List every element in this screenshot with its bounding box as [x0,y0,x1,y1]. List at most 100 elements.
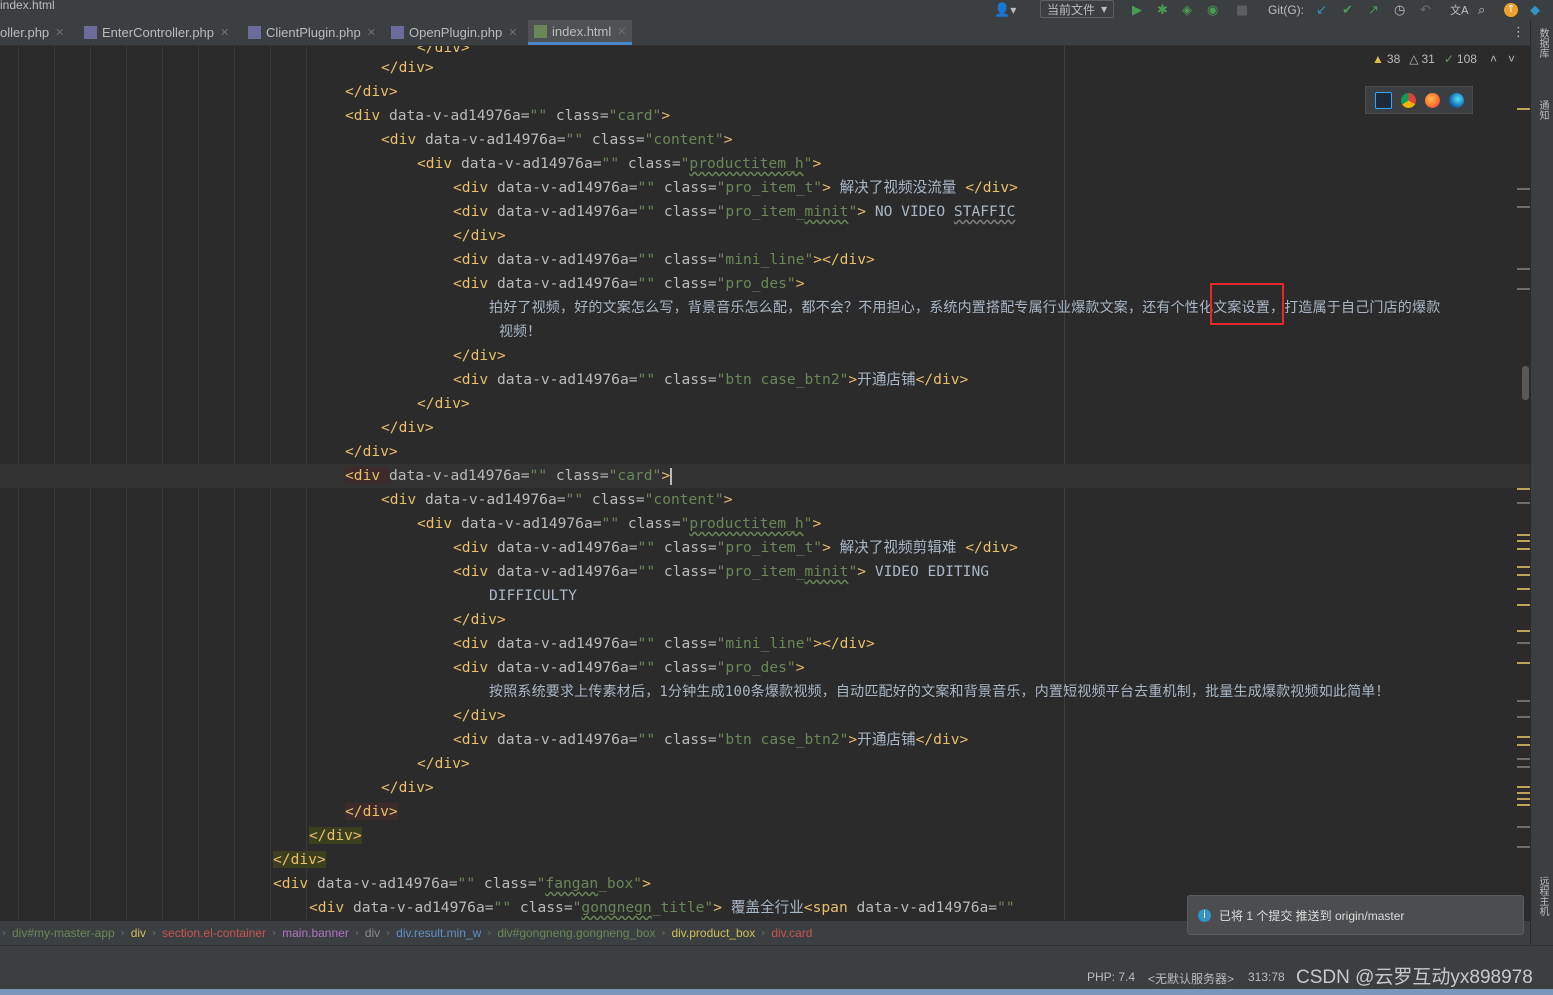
run-button[interactable]: ▶ [1132,0,1142,20]
breadcrumb-item[interactable]: div#gongneng.gongneng_box [497,926,655,940]
stripe-marker[interactable] [1517,534,1530,536]
stripe-marker[interactable] [1517,540,1530,542]
deployment-server[interactable]: <无默认服务器> [1148,970,1234,987]
chevron-right-icon: › [661,927,666,939]
code-editor[interactable]: </div> </div> </div> <div data-v-ad14976… [0,46,1530,920]
stripe-marker[interactable] [1517,268,1530,270]
close-icon[interactable]: ✕ [508,26,517,39]
notification-toast[interactable]: i 已将 1 个提交 推送到 origin/master [1187,895,1524,935]
chrome-icon[interactable] [1400,92,1416,108]
stripe-marker[interactable] [1517,700,1530,702]
stripe-marker[interactable] [1517,206,1530,208]
close-icon[interactable]: ✕ [55,26,64,39]
debug-button[interactable]: ✱ [1157,0,1168,20]
stripe-marker[interactable] [1517,188,1530,190]
close-icon[interactable]: ✕ [367,26,376,39]
code-line: </div> [381,59,434,76]
stripe-marker[interactable] [1517,548,1530,550]
tab-label: oller.php [0,25,50,40]
breadcrumb-item[interactable]: div#my-master-app [12,926,115,940]
breadcrumb-item[interactable]: div [131,926,146,940]
git-update-button[interactable]: ↙ [1316,0,1327,20]
translate-button[interactable]: 文A [1450,0,1469,20]
stripe-marker[interactable] [1517,766,1530,768]
git-rollback-button[interactable]: ↶ [1420,0,1431,20]
breadcrumb-item[interactable]: main.banner [282,926,349,940]
stripe-marker[interactable] [1517,630,1530,632]
tab-clientplugin-php[interactable]: ClientPlugin.php ✕ [248,20,376,45]
user-icon: 👤 [994,2,1011,18]
breadcrumb-item[interactable]: div.card [771,926,812,940]
stripe-marker[interactable] [1517,798,1530,800]
stripe-marker[interactable] [1517,786,1530,788]
code-line: DIFFICULTY [489,587,577,604]
plugin-button[interactable]: ◆ [1530,0,1540,20]
arrow-up-icon: ↑ [1504,3,1518,17]
stripe-marker[interactable] [1517,502,1530,504]
git-history-button[interactable]: ◷ [1394,0,1405,20]
stripe-marker[interactable] [1517,846,1530,848]
typo-count: 108 [1456,52,1477,66]
code-line: <div data-v-ad14976a="" class="pro_des"> [453,659,805,676]
stripe-marker[interactable] [1517,604,1530,606]
caret-position[interactable]: 313:78 [1248,970,1285,984]
stripe-marker[interactable] [1517,716,1530,718]
stripe-marker[interactable] [1517,826,1530,828]
code-line: </div> [345,443,398,460]
info-icon: i [1198,908,1211,922]
stripe-marker[interactable] [1517,662,1530,664]
run-config-dropdown[interactable]: 当前文件 ▼ [1040,0,1115,18]
close-icon[interactable]: ✕ [617,25,626,38]
tab-entercontroller-php[interactable]: EnterController.php ✕ [84,20,229,45]
title-bar: index.html 👤 ▼ 当前文件 ▼ ▶ ✱ ◈ ◉ ■ Git(G): ↙ … [0,0,1553,20]
profile-button[interactable]: ◉ [1207,0,1218,20]
firefox-icon[interactable] [1424,92,1440,108]
bug-icon: ✱ [1157,2,1168,18]
stripe-marker[interactable] [1517,588,1530,590]
stop-button[interactable]: ■ [1236,0,1248,20]
notifications-tool-button[interactable]: 通知 [1535,100,1550,120]
php-version[interactable]: PHP: 7.4 [1087,970,1135,984]
editor-scrollbar-thumb[interactable] [1522,366,1529,400]
tab-index-html[interactable]: index.html ✕ [528,20,633,45]
tab-list-button[interactable]: ⋮ [1512,20,1525,45]
tab-label: OpenPlugin.php [409,25,503,40]
remote-host-tool-button[interactable]: 远程主机 [1535,876,1550,916]
breadcrumb-item[interactable]: div.result.min_w [396,926,481,940]
stripe-marker[interactable] [1517,804,1530,806]
stripe-marker[interactable] [1517,108,1530,110]
git-push-button[interactable]: ↗ [1368,0,1379,20]
stripe-marker[interactable] [1517,566,1530,568]
inspection-widget[interactable]: ▲ 38 △ 31 ✓ 108 ˄ ˅ [1372,52,1518,66]
notification-text: 已将 1 个提交 推送到 origin/master [1219,908,1405,923]
undo-icon: ↶ [1420,2,1431,18]
tab-openplugin-php[interactable]: OpenPlugin.php ✕ [391,20,517,45]
stripe-marker[interactable] [1517,288,1530,290]
chevron-up-icon[interactable]: ˄ [1490,52,1497,66]
stripe-marker[interactable] [1517,574,1530,576]
update-button[interactable]: ↑ [1504,0,1518,20]
git-commit-button[interactable]: ✔ [1342,0,1353,20]
phpstorm-icon[interactable] [1374,91,1392,109]
stripe-marker[interactable] [1517,736,1530,738]
stripe-marker[interactable] [1517,792,1530,794]
window-title: index.html [0,0,55,12]
tab-label: EnterController.php [102,25,215,40]
user-menu-button[interactable]: 👤 ▼ [994,0,1016,20]
breadcrumb-item[interactable]: div.product_box [671,926,755,940]
breadcrumb-item[interactable]: div [365,926,380,940]
chevron-down-icon[interactable]: ˅ [1508,52,1515,66]
search-button[interactable]: ⌕ [1478,0,1485,20]
database-tool-button[interactable]: 数据库 [1535,28,1550,58]
stripe-marker[interactable] [1517,642,1530,644]
breadcrumb-item[interactable]: section.el-container [162,926,266,940]
chevron-right-icon: › [761,927,766,939]
close-icon[interactable]: ✕ [220,26,229,39]
stripe-marker[interactable] [1517,758,1530,760]
stripe-marker[interactable] [1517,744,1530,746]
clock-icon: ◷ [1394,2,1406,18]
coverage-button[interactable]: ◈ [1182,0,1192,20]
tab-oller-php[interactable]: oller.php ✕ [0,20,74,45]
stripe-marker[interactable] [1517,488,1530,490]
edge-icon[interactable] [1448,92,1464,108]
